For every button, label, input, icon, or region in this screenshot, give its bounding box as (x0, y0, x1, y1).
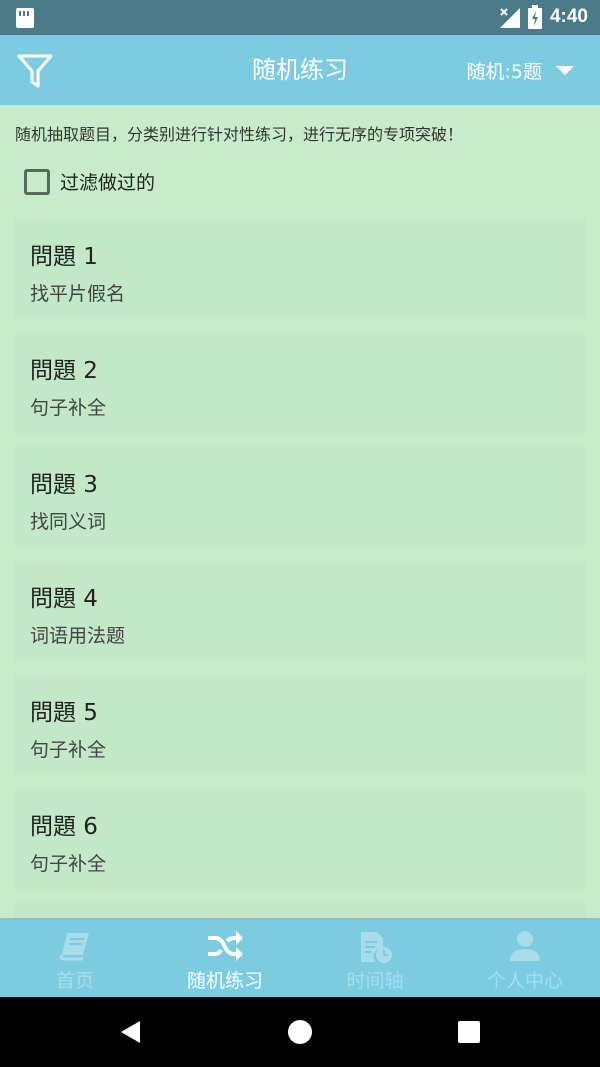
question-category: 找平片假名 (30, 283, 126, 305)
signal-icon (499, 8, 520, 28)
question-category: 找同义词 (30, 511, 107, 533)
question-title: 問題 4 (30, 586, 98, 612)
description-text: 随机抽取题目，分类别进行针对性练习，进行无序的专项突破！ (15, 125, 464, 144)
bottom-nav: 首页 随机练习 时间轴 个人中心 (0, 918, 600, 997)
battery-icon (527, 5, 542, 29)
status-bar: 4:40 (0, 0, 600, 35)
question-category: 词语用法题 (30, 625, 126, 647)
nav-home[interactable]: 首页 (0, 920, 150, 997)
system-nav-bar (0, 997, 600, 1067)
question-category: 句子补全 (30, 739, 107, 761)
question-card[interactable]: 問題 1 找平片假名 (14, 219, 586, 319)
clock: 4:40 (549, 6, 588, 27)
question-title: 問題 2 (30, 358, 98, 384)
nav-random-practice[interactable]: 随机练习 (150, 920, 300, 997)
nav-home-label: 首页 (55, 970, 94, 992)
question-title: 問題 3 (30, 472, 98, 498)
status-icons: 4:40 (498, 5, 588, 29)
dropdown-arrow-icon (556, 65, 574, 75)
filter-button[interactable] (16, 52, 54, 90)
mode-dropdown[interactable]: 随机:5题 (466, 35, 574, 105)
mode-dropdown-label: 随机:5题 (466, 60, 543, 83)
timeline-icon (361, 932, 392, 963)
nav-random-practice-label: 随机练习 (186, 970, 263, 992)
filter-icon (17, 54, 53, 88)
question-card[interactable]: 問題 5 句子补全 (14, 675, 586, 775)
shuffle-icon (208, 931, 243, 961)
system-home-button[interactable] (260, 997, 340, 1067)
book-icon (59, 933, 89, 961)
system-back-button[interactable] (90, 997, 170, 1067)
question-title: 問題 1 (30, 244, 98, 270)
nav-timeline-label: 时间轴 (346, 970, 404, 992)
question-card[interactable]: 問題 4 词语用法题 (14, 561, 586, 661)
filter-done-checkbox[interactable] (24, 168, 50, 195)
question-card[interactable]: 問題 6 句子补全 (14, 789, 586, 889)
question-category: 句子补全 (30, 397, 107, 419)
nav-profile[interactable]: 个人中心 (450, 920, 600, 997)
nav-profile-label: 个人中心 (486, 970, 563, 992)
filter-done-toggle[interactable]: 过滤做过的 (24, 168, 155, 195)
question-category: 句子补全 (30, 853, 107, 875)
question-title: 問題 5 (30, 700, 98, 726)
recents-square-icon (458, 1021, 480, 1043)
person-icon (510, 931, 540, 961)
main-content: 随机抽取题目，分类别进行针对性练习，进行无序的专项突破！ 过滤做过的 問題 1 … (0, 105, 600, 918)
sd-card-icon (16, 8, 34, 28)
filter-done-label: 过滤做过的 (60, 172, 156, 194)
question-card[interactable]: 問題 3 找同义词 (14, 447, 586, 547)
question-card[interactable]: 問題 2 句子补全 (14, 333, 586, 433)
home-circle-icon (288, 1020, 312, 1044)
system-recents-button[interactable] (429, 997, 509, 1067)
question-card-partial[interactable] (14, 903, 586, 918)
back-triangle-icon (121, 1021, 140, 1043)
nav-timeline[interactable]: 时间轴 (300, 920, 450, 997)
question-title: 問題 6 (30, 814, 98, 840)
app-bar: 随机练习 随机:5题 (0, 35, 600, 105)
